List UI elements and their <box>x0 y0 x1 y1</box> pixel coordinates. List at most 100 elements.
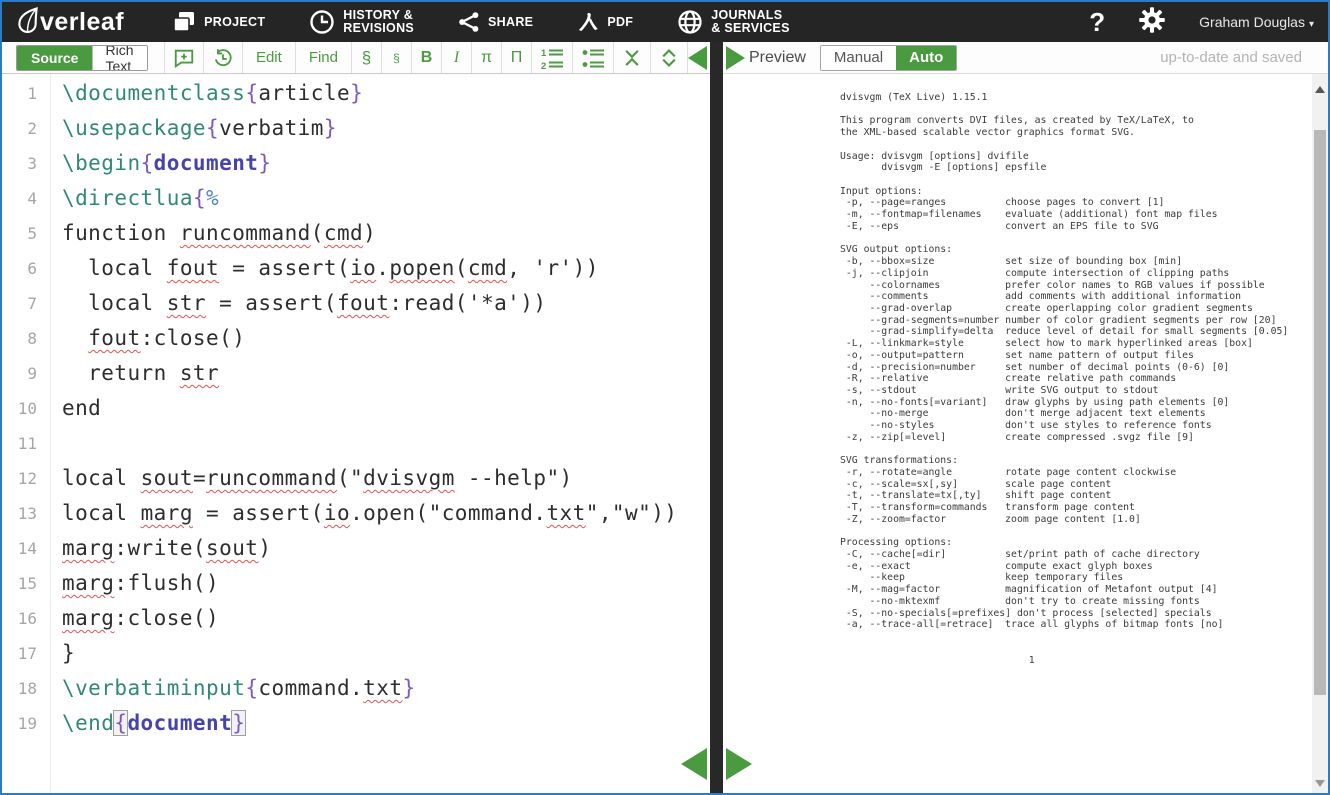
code-line: return str <box>62 356 710 391</box>
line-number: 9 <box>2 356 50 391</box>
journals-services-menu[interactable]: JOURNALS& SERVICES <box>677 9 790 35</box>
code-line: marg:close() <box>62 601 710 636</box>
find-button[interactable]: Find <box>296 42 352 73</box>
overleaf-leaf-icon <box>16 6 39 39</box>
code-line: \documentclass{article} <box>62 76 710 111</box>
source-mode-button[interactable]: Source <box>17 46 92 70</box>
pdf-icon <box>577 10 599 34</box>
line-number: 11 <box>2 426 50 461</box>
editor-toolbar: Source Rich Text EditFind§§BIπΠ12 <box>2 42 710 74</box>
code-line <box>62 426 710 461</box>
bold-button[interactable]: B <box>412 42 442 73</box>
expand-icon <box>659 47 679 69</box>
code-line: marg:write(sout) <box>62 531 710 566</box>
project-menu[interactable]: PROJECT <box>172 10 265 34</box>
menu-label: PROJECT <box>204 16 265 29</box>
bullet-list-button[interactable] <box>573 42 614 73</box>
pdf-preview-pane: dvisvgm (TeX Live) 1.15.1 This program c… <box>723 74 1328 793</box>
menu-label: SHARE <box>488 16 533 29</box>
scroll-up-icon[interactable] <box>1315 86 1325 93</box>
overleaf-logo[interactable]: verleaf <box>16 6 124 39</box>
preview-scrollbar[interactable] <box>1312 74 1328 793</box>
line-number: 7 <box>2 286 50 321</box>
preview-label: Preview <box>749 49 806 67</box>
toolbar-row: Source Rich Text EditFind§§BIπΠ12 Previe… <box>2 42 1328 74</box>
code-line: fout:close() <box>62 321 710 356</box>
help-icon[interactable]: ? <box>1089 7 1105 38</box>
scrollbar-thumb[interactable] <box>1314 130 1326 695</box>
top-header: verleaf PROJECT HISTORY &REVISIONS SHARE PD… <box>2 2 1328 42</box>
manual-compile-button[interactable]: Manual <box>821 46 896 70</box>
rich-text-mode-button[interactable]: Rich Text <box>92 46 146 70</box>
globe-icon <box>677 9 703 35</box>
bullet-list-icon <box>581 46 605 70</box>
line-number: 13 <box>2 496 50 531</box>
menu-label: HISTORY &REVISIONS <box>343 9 414 35</box>
gear-icon[interactable] <box>1139 7 1165 38</box>
overleaf-window: verleaf PROJECT HISTORY &REVISIONS SHARE PD… <box>0 0 1330 795</box>
line-number: 5 <box>2 216 50 251</box>
code-line: end <box>62 391 710 426</box>
code-line: local fout = assert(io.popen(cmd, 'r')) <box>62 251 710 286</box>
logo-text: verleaf <box>40 8 124 37</box>
collapse-icon <box>622 47 642 69</box>
line-number: 4 <box>2 181 50 216</box>
collapse-editor-bottom-arrow-button[interactable] <box>681 748 707 780</box>
line-number: 8 <box>2 321 50 356</box>
auto-compile-button[interactable]: Auto <box>896 46 956 70</box>
code-line: \verbatiminput{command.txt} <box>62 671 710 706</box>
expand-preview-arrow-button[interactable] <box>726 46 745 70</box>
history-revisions-menu[interactable]: HISTORY &REVISIONS <box>309 9 414 35</box>
code-line: \end{document} <box>62 706 710 741</box>
pdf-page-text: dvisvgm (TeX Live) 1.15.1 This program c… <box>840 92 1288 666</box>
scroll-down-icon[interactable] <box>1315 780 1325 787</box>
collapse-editor-arrow-button[interactable] <box>688 46 707 70</box>
line-number: 10 <box>2 391 50 426</box>
comment-add-icon <box>173 47 195 69</box>
numbered-list-button[interactable]: 12 <box>532 42 573 73</box>
code-line: local marg = assert(io.open("command.txt… <box>62 496 710 531</box>
line-number: 3 <box>2 146 50 181</box>
add-comment-button[interactable] <box>165 42 204 73</box>
line-number: 6 <box>2 251 50 286</box>
code-line: \usepackage{verbatim} <box>62 111 710 146</box>
expand-button[interactable] <box>651 42 688 73</box>
menu-label: PDF <box>607 16 633 29</box>
line-number: 18 <box>2 671 50 706</box>
numbered-list-icon: 12 <box>540 46 564 70</box>
share-menu[interactable]: SHARE <box>458 10 533 34</box>
compile-mode-toggle: Manual Auto <box>820 45 957 71</box>
format-toolbar: EditFind§§BIπΠ12 <box>164 42 688 73</box>
line-number: 1 <box>2 76 50 111</box>
track-changes-button[interactable] <box>204 42 243 73</box>
chevron-down-icon: ▾ <box>1309 19 1314 30</box>
code-line: local str = assert(fout:read('*a')) <box>62 286 710 321</box>
line-number: 12 <box>2 461 50 496</box>
svg-text:2: 2 <box>541 61 546 70</box>
code-line: local sout=runcommand("dvisvgm --help") <box>62 461 710 496</box>
subsection-button[interactable]: § <box>382 42 412 73</box>
expand-preview-bottom-arrow-button[interactable] <box>726 748 752 780</box>
header-right: ? Graham Douglas▾ <box>1089 7 1314 38</box>
line-number-gutter: 12345678910111213141516171819 <box>2 74 51 793</box>
display-math-button[interactable]: Π <box>502 42 532 73</box>
mode-toggle: Source Rich Text <box>16 45 148 71</box>
pane-divider[interactable] <box>710 42 723 793</box>
collapse-button[interactable] <box>614 42 651 73</box>
section-button[interactable]: § <box>352 42 382 73</box>
preview-toolbar: Preview Manual Auto up-to-date and saved <box>723 42 1328 74</box>
pdf-menu[interactable]: PDF <box>577 10 633 34</box>
code-line: \directlua{% <box>62 181 710 216</box>
sync-status: up-to-date and saved <box>1160 49 1302 66</box>
code-area[interactable]: \documentclass{article}\usepackage{verba… <box>51 74 710 793</box>
svg-text:1: 1 <box>541 48 547 59</box>
source-editor[interactable]: 12345678910111213141516171819 \documentc… <box>2 74 710 793</box>
edit-menu-button[interactable]: Edit <box>243 42 296 73</box>
inline-math-button[interactable]: π <box>472 42 502 73</box>
line-number: 2 <box>2 111 50 146</box>
italic-button[interactable]: I <box>442 42 472 73</box>
history-clock-icon <box>309 9 335 35</box>
code-line: } <box>62 636 710 671</box>
user-menu[interactable]: Graham Douglas▾ <box>1199 14 1314 30</box>
menu-label: JOURNALS& SERVICES <box>711 9 790 35</box>
